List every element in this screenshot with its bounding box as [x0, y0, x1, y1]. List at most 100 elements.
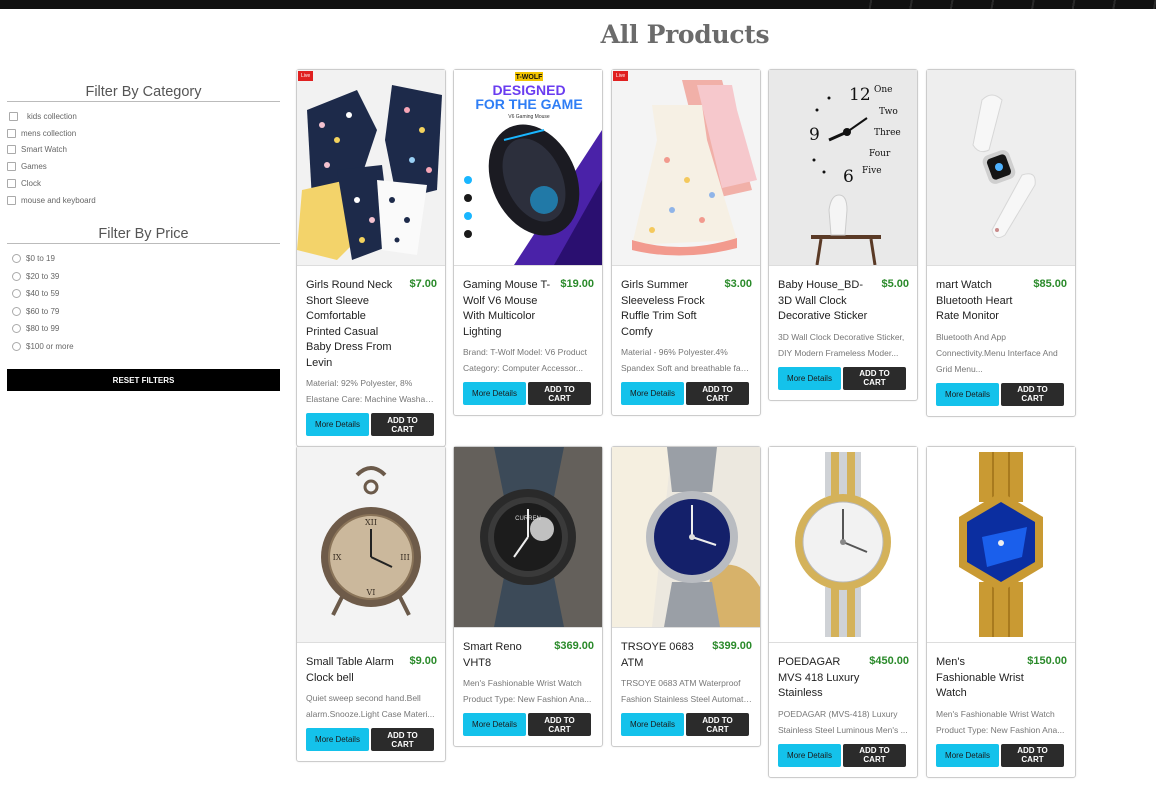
more-details-button[interactable]: More Details: [463, 382, 526, 405]
more-details-button[interactable]: More Details: [936, 743, 999, 767]
more-details-button[interactable]: More Details: [936, 382, 999, 406]
checkbox[interactable]: [7, 145, 16, 155]
category-option[interactable]: kids collection: [7, 108, 280, 125]
price-label: $60 to 79: [26, 306, 60, 316]
more-details-button[interactable]: More Details: [778, 366, 841, 390]
desc-line: TRSOYE 0683 ATM Waterproof: [621, 678, 741, 688]
add-to-cart-button[interactable]: ADD TO CART: [1001, 382, 1064, 406]
product-price: $399.00: [712, 640, 752, 652]
desc-line: Category: Computer Accessor...: [463, 363, 583, 373]
product-description: Bluetooth And App Connectivity.Menu Inte…: [936, 329, 1067, 377]
reset-filters-button[interactable]: RESET FILTERS: [7, 369, 280, 392]
more-details-button[interactable]: More Details: [306, 413, 369, 436]
price-option[interactable]: $40 to 59: [7, 285, 280, 303]
category-list: kids collection mens collection Smart Wa…: [7, 108, 280, 209]
more-details-button[interactable]: More Details: [463, 713, 526, 736]
more-details-button[interactable]: More Details: [306, 728, 369, 751]
svg-text:XII: XII: [365, 518, 377, 527]
checkbox[interactable]: [9, 111, 18, 121]
price-option[interactable]: $80 to 99: [7, 320, 280, 338]
category-option[interactable]: Smart Watch: [7, 142, 280, 159]
add-to-cart-button[interactable]: ADD TO CART: [528, 713, 591, 736]
clock-word: Two: [879, 107, 898, 117]
radio[interactable]: [12, 324, 21, 334]
add-to-cart-button[interactable]: ADD TO CART: [686, 713, 749, 736]
desc-line: Product Type: New Fashion Ana...: [463, 694, 592, 704]
product-description: 3D Wall Clock Decorative Sticker, DIY Mo…: [778, 329, 909, 361]
baby-dress-image[interactable]: Live: [297, 70, 445, 266]
checkbox[interactable]: [7, 179, 16, 189]
price-option[interactable]: $20 to 39: [7, 267, 280, 285]
clock-word: Four: [869, 149, 891, 159]
price-list: $0 to 19 $20 to 39 $40 to 59 $60 to 79 $…: [7, 250, 280, 356]
add-to-cart-button[interactable]: ADD TO CART: [1001, 743, 1064, 767]
clock-word: 6: [843, 167, 854, 187]
product-price: $150.00: [1027, 655, 1067, 667]
product-price: $3.00: [724, 278, 752, 290]
poedagar-watch-image[interactable]: [769, 447, 917, 643]
category-option[interactable]: mens collection: [7, 125, 280, 142]
price-option[interactable]: $0 to 19: [7, 250, 280, 268]
add-to-cart-button[interactable]: ADD TO CART: [371, 728, 434, 751]
gold-blue-watch-image[interactable]: [927, 447, 1075, 643]
checkbox[interactable]: [7, 128, 16, 138]
add-to-cart-button[interactable]: ADD TO CART: [686, 382, 749, 405]
radio[interactable]: [12, 271, 21, 281]
product-name: Men's Fashionable Wrist Watch: [936, 656, 1024, 699]
radio[interactable]: [12, 289, 21, 299]
wall-clock-image[interactable]: 12 One Two Three Four Five 9 6: [769, 70, 917, 266]
svg-text:IX: IX: [333, 553, 342, 562]
svg-text:VI: VI: [366, 588, 376, 597]
desc-line: Fashion Stainless Steel Automatic...: [621, 694, 752, 704]
category-label: Clock: [21, 179, 42, 189]
frock-image-art: [612, 70, 760, 265]
desc-line: Connectivity.Menu Interface And: [936, 347, 1058, 358]
page-title: All Products: [600, 20, 770, 49]
price-filter: Filter By Price $0 to 19 $20 to 39 $40 t…: [7, 226, 280, 356]
product-price: $5.00: [881, 278, 909, 290]
product-card: TRSOYE 0683 ATM $399.00 TRSOYE 0683 ATM …: [611, 446, 761, 747]
curren-watch-image[interactable]: CURREN: [454, 447, 602, 628]
trsoye-watch-image[interactable]: [612, 447, 760, 628]
desc-line: Bluetooth And App: [936, 331, 1006, 342]
clock-word: Three: [874, 128, 901, 138]
price-label: $80 to 99: [26, 324, 60, 334]
frock-image[interactable]: Live: [612, 70, 760, 266]
category-option[interactable]: Games: [7, 158, 280, 175]
product-name: TRSOYE 0683 ATM: [621, 641, 694, 669]
alarm-clock-image[interactable]: XII VI IX III: [297, 447, 445, 643]
checkbox[interactable]: [7, 162, 16, 172]
more-details-button[interactable]: More Details: [621, 382, 684, 405]
product-card: 12 One Two Three Four Five 9 6 Baby Hous: [768, 69, 918, 401]
price-label: $0 to 19: [26, 254, 55, 264]
category-option[interactable]: Clock: [7, 175, 280, 192]
price-option[interactable]: $100 or more: [7, 338, 280, 356]
add-to-cart-button[interactable]: ADD TO CART: [843, 366, 906, 390]
product-description: POEDAGAR (MVS-418) Luxury Stainless Stee…: [778, 706, 909, 738]
add-to-cart-button[interactable]: ADD TO CART: [371, 413, 434, 436]
product-price: $19.00: [560, 278, 594, 290]
desc-line: Men's Fashionable Wrist Watch: [463, 678, 582, 688]
clock-word: 12: [849, 85, 871, 105]
desc-line: alarm.Snooze.Light Case Materi...: [306, 709, 435, 719]
smart-watch-image[interactable]: [927, 70, 1075, 266]
smart-watch-image-art: [927, 70, 1075, 265]
product-card: XII VI IX III Small Table Alarm Clock be…: [296, 446, 446, 762]
mouse-sub-text: V6 Gaming Mouse: [508, 114, 550, 120]
more-details-button[interactable]: More Details: [778, 743, 841, 767]
product-name: Girls Round Neck Short Sleeve Comfortabl…: [306, 279, 393, 369]
product-price: $7.00: [409, 278, 437, 290]
radio[interactable]: [12, 342, 21, 352]
wall-clock-image-art: 12 One Two Three Four Five 9 6: [769, 70, 917, 265]
add-to-cart-button[interactable]: ADD TO CART: [528, 382, 591, 405]
product-name: Gaming Mouse T-Wolf V6 Mouse With Multic…: [463, 279, 551, 338]
radio[interactable]: [12, 306, 21, 316]
gaming-mouse-image[interactable]: T-WOLF DESIGNED FOR THE GAME V6 Gaming M…: [454, 70, 602, 266]
price-option[interactable]: $60 to 79: [7, 303, 280, 321]
desc-line: Spandex Soft and breathable fabr...: [621, 363, 752, 373]
radio[interactable]: [12, 254, 21, 264]
more-details-button[interactable]: More Details: [621, 713, 684, 736]
add-to-cart-button[interactable]: ADD TO CART: [843, 743, 906, 767]
category-option[interactable]: mouse and keyboard: [7, 192, 280, 209]
checkbox[interactable]: [7, 195, 16, 205]
